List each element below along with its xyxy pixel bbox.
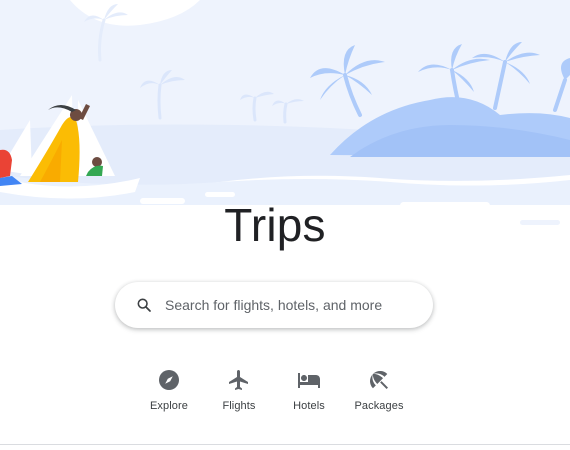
nav-label-packages: Packages [354,400,404,412]
divider [0,444,570,445]
nav-label-explore: Explore [150,400,188,412]
airplane-icon [229,370,248,390]
search-icon [135,296,153,314]
nav-explore[interactable]: Explore [134,364,204,420]
beach-umbrella-icon [370,371,388,389]
nav-label-flights: Flights [222,400,256,412]
nav-flights[interactable]: Flights [204,364,274,420]
nav-label-hotels: Hotels [293,400,325,412]
search-box[interactable] [115,282,433,328]
hero-illustration [0,0,570,230]
nav-packages[interactable]: Packages [344,364,414,420]
page-title: Trips [224,199,326,251]
compass-icon [159,370,179,390]
search-input[interactable] [165,297,415,313]
nav-hotels[interactable]: Hotels [274,364,344,420]
bed-icon [298,373,320,388]
category-nav: Explore Flights Hotels Packages [0,364,570,424]
trips-page: Trips Explore Flights [0,0,570,450]
